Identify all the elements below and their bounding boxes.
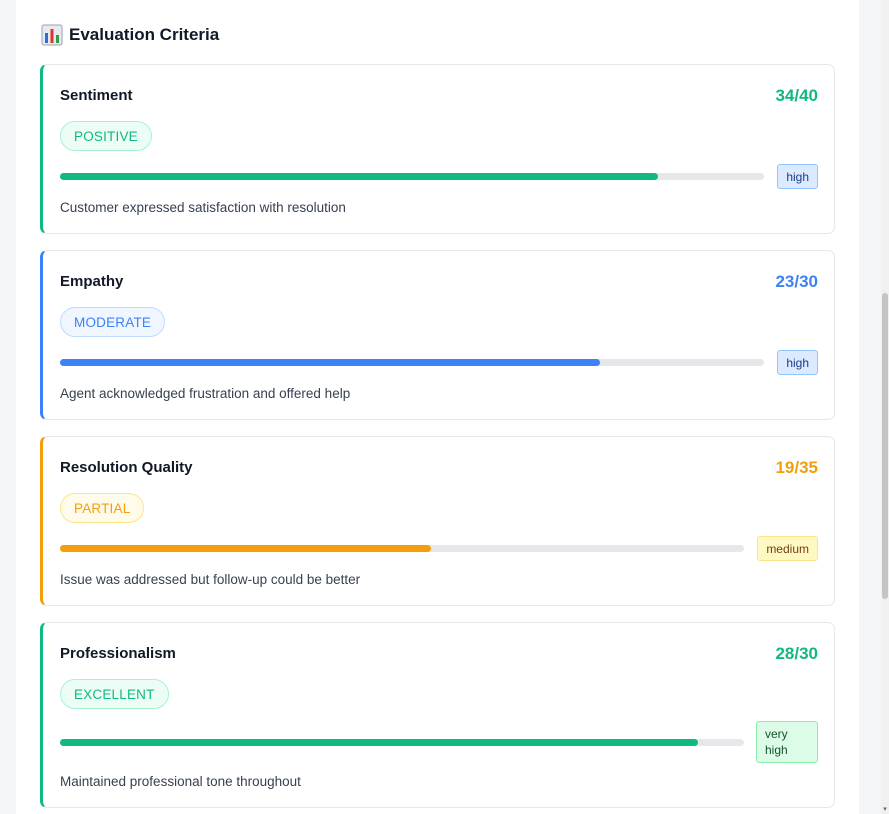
criterion-name: Professionalism (60, 645, 176, 662)
confidence-badge: medium (757, 536, 818, 561)
criterion-card-empathy: Empathy 23/30 MODERATE high Agent acknow… (40, 250, 835, 420)
bar-chart-icon (41, 24, 63, 46)
score-progress-fill (60, 359, 600, 366)
score-progress-bar (60, 545, 744, 552)
score-progress-fill (60, 173, 659, 180)
score-progress-fill (60, 739, 699, 746)
criterion-score: 19/35 (775, 458, 818, 477)
confidence-badge: very high (756, 721, 818, 763)
score-progress-bar (60, 739, 744, 746)
criterion-name: Sentiment (60, 87, 133, 104)
scroll-down-icon[interactable]: ▾ (881, 806, 889, 814)
page-scrollbar[interactable] (881, 0, 889, 814)
score-progress-fill (60, 545, 432, 552)
criterion-description: Customer expressed satisfaction with res… (60, 200, 346, 215)
section-title: Evaluation Criteria (69, 25, 220, 44)
criterion-badge: POSITIVE (60, 121, 152, 151)
score-progress-bar (60, 359, 764, 366)
criterion-card-sentiment: Sentiment 34/40 POSITIVE high Customer e… (40, 64, 835, 234)
criterion-name: Empathy (60, 273, 124, 290)
criterion-description: Issue was addressed but follow-up could … (60, 572, 361, 587)
scrollbar-thumb[interactable] (882, 293, 888, 599)
criterion-score: 34/40 (775, 86, 818, 105)
criterion-description: Maintained professional tone throughout (60, 774, 301, 789)
section-header: Evaluation Criteria (41, 24, 219, 46)
criterion-score: 28/30 (775, 644, 818, 663)
criterion-name: Resolution Quality (60, 459, 193, 476)
criterion-description: Agent acknowledged frustration and offer… (60, 386, 351, 401)
confidence-badge: high (777, 350, 818, 375)
criterion-badge: EXCELLENT (60, 679, 169, 709)
confidence-line: high (765, 743, 788, 757)
criterion-badge: MODERATE (60, 307, 166, 337)
criterion-badge: PARTIAL (60, 493, 145, 523)
score-progress-bar (60, 173, 764, 180)
confidence-line: very (765, 727, 788, 741)
criterion-card-professionalism: Professionalism 28/30 EXCELLENT very hig… (40, 622, 835, 808)
criterion-card-resolution-quality: Resolution Quality 19/35 PARTIAL medium … (40, 436, 835, 606)
criterion-score: 23/30 (775, 272, 818, 291)
confidence-badge: high (777, 164, 818, 189)
